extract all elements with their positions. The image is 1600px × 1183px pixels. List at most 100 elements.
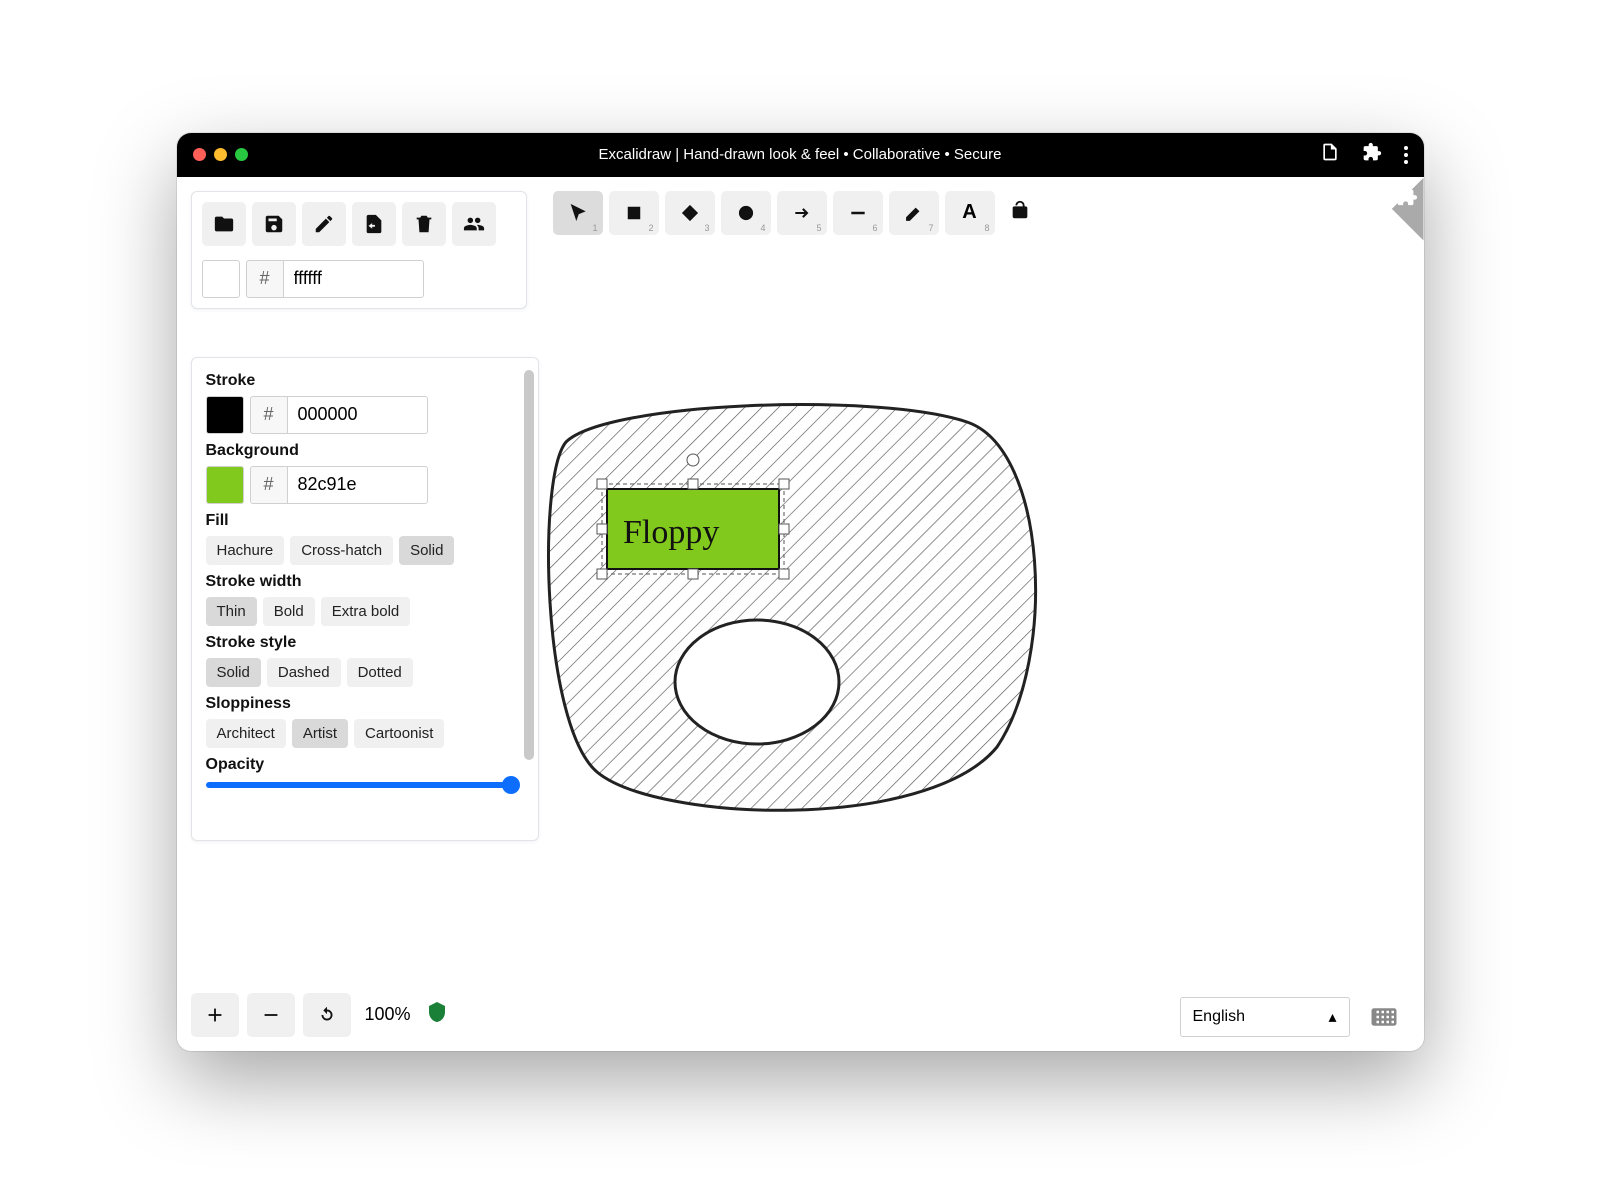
traffic-lights [193,148,248,161]
zoom-in-button[interactable] [191,993,239,1037]
tool-rectangle[interactable]: 2 [609,191,659,235]
stroke-width-label: Stroke width [206,573,524,591]
zoom-out-button[interactable] [247,993,295,1037]
tool-selection[interactable]: 1 [553,191,603,235]
fill-solid[interactable]: Solid [399,536,454,565]
tool-arrow[interactable]: 5 [777,191,827,235]
minimize-window-button[interactable] [214,148,227,161]
tool-num: 7 [928,223,933,233]
properties-panel: Stroke # Background # Fill Hachure Cros [191,357,539,841]
blob-shape[interactable] [548,404,1035,810]
zoom-value: 100% [359,1004,417,1025]
tool-num: 2 [648,223,653,233]
save-as-button[interactable] [302,202,346,246]
handle-se[interactable] [779,569,789,579]
kebab-menu-icon[interactable] [1404,146,1408,164]
stroke-color-row: # [206,396,524,434]
chevron-up-icon: ▴ [1328,1007,1336,1027]
canvas-bg-row: # [202,260,516,298]
strokewidth-bold[interactable]: Bold [263,597,315,626]
stroke-input-wrap: # [250,396,428,434]
export-button[interactable] [352,202,396,246]
handle-n[interactable] [688,479,698,489]
zoom-bar: 100% [191,993,449,1037]
sloppiness-label: Sloppiness [206,695,524,713]
language-value: English [1193,1008,1245,1026]
props-scrollbar[interactable] [524,370,534,760]
stroke-width-options: Thin Bold Extra bold [206,597,524,626]
fill-hachure[interactable]: Hachure [206,536,285,565]
hash-label: # [250,396,288,434]
blob-hole[interactable] [675,620,839,744]
handle-ne[interactable] [779,479,789,489]
save-button[interactable] [252,202,296,246]
stroke-swatch[interactable] [206,396,244,434]
tool-num: 1 [592,223,597,233]
fill-label: Fill [206,512,524,530]
fill-crosshatch[interactable]: Cross-hatch [290,536,393,565]
handle-w[interactable] [597,524,607,534]
titlebar-right [1320,142,1408,167]
zoom-reset-button[interactable] [303,993,351,1037]
open-button[interactable] [202,202,246,246]
hash-label: # [246,260,284,298]
sloppiness-cartoonist[interactable]: Cartoonist [354,719,444,748]
canvas-bg-input-wrap: # [246,260,424,298]
hash-label: # [250,466,288,504]
strokewidth-thin[interactable]: Thin [206,597,257,626]
background-hex-input[interactable] [288,466,428,504]
file-panel: # [191,191,527,309]
canvas-bg-hex-input[interactable] [284,260,424,298]
tool-num: 3 [704,223,709,233]
strokestyle-dotted[interactable]: Dotted [347,658,413,687]
tool-ellipse[interactable]: 4 [721,191,771,235]
window-title: Excalidraw | Hand-drawn look & feel • Co… [177,146,1424,163]
opacity-slider[interactable] [206,782,524,788]
stroke-hex-input[interactable] [288,396,428,434]
tool-diamond[interactable]: 3 [665,191,715,235]
app-content: Floppy [177,177,1424,1051]
handle-e[interactable] [779,524,789,534]
tool-num: 4 [760,223,765,233]
extension-icon[interactable] [1362,142,1382,167]
background-input-wrap: # [250,466,428,504]
handle-sw[interactable] [597,569,607,579]
collaborate-button[interactable] [452,202,496,246]
library-corner-button[interactable] [1360,177,1424,241]
document-icon[interactable] [1320,142,1340,167]
language-select[interactable]: English ▴ [1180,997,1350,1037]
tool-num: 6 [872,223,877,233]
stroke-style-label: Stroke style [206,634,524,652]
fill-options: Hachure Cross-hatch Solid [206,536,524,565]
strokestyle-dashed[interactable]: Dashed [267,658,341,687]
titlebar: Excalidraw | Hand-drawn look & feel • Co… [177,133,1424,177]
tool-draw[interactable]: 7 [889,191,939,235]
canvas-bg-swatch[interactable] [202,260,240,298]
handle-s[interactable] [688,569,698,579]
tool-line[interactable]: 6 [833,191,883,235]
selection-outline [602,484,784,574]
handle-nw[interactable] [597,479,607,489]
tool-text[interactable]: A 8 [945,191,995,235]
background-swatch[interactable] [206,466,244,504]
stroke-label: Stroke [206,372,524,390]
sloppiness-architect[interactable]: Architect [206,719,286,748]
opacity-label: Opacity [206,756,524,774]
close-window-button[interactable] [193,148,206,161]
lock-button[interactable] [1001,199,1039,226]
text-block-content: Floppy [623,514,719,551]
strokestyle-solid[interactable]: Solid [206,658,261,687]
tool-num: 5 [816,223,821,233]
keyboard-shortcuts-button[interactable] [1364,997,1404,1037]
strokewidth-extrabold[interactable]: Extra bold [321,597,411,626]
text-block-bg[interactable] [607,489,779,569]
handle-rotate[interactable] [687,454,699,466]
encrypted-icon [425,1000,449,1029]
app-window: Excalidraw | Hand-drawn look & feel • Co… [177,133,1424,1051]
maximize-window-button[interactable] [235,148,248,161]
sloppiness-artist[interactable]: Artist [292,719,348,748]
sloppiness-options: Architect Artist Cartoonist [206,719,524,748]
stroke-style-options: Solid Dashed Dotted [206,658,524,687]
tool-num: 8 [984,223,989,233]
delete-button[interactable] [402,202,446,246]
